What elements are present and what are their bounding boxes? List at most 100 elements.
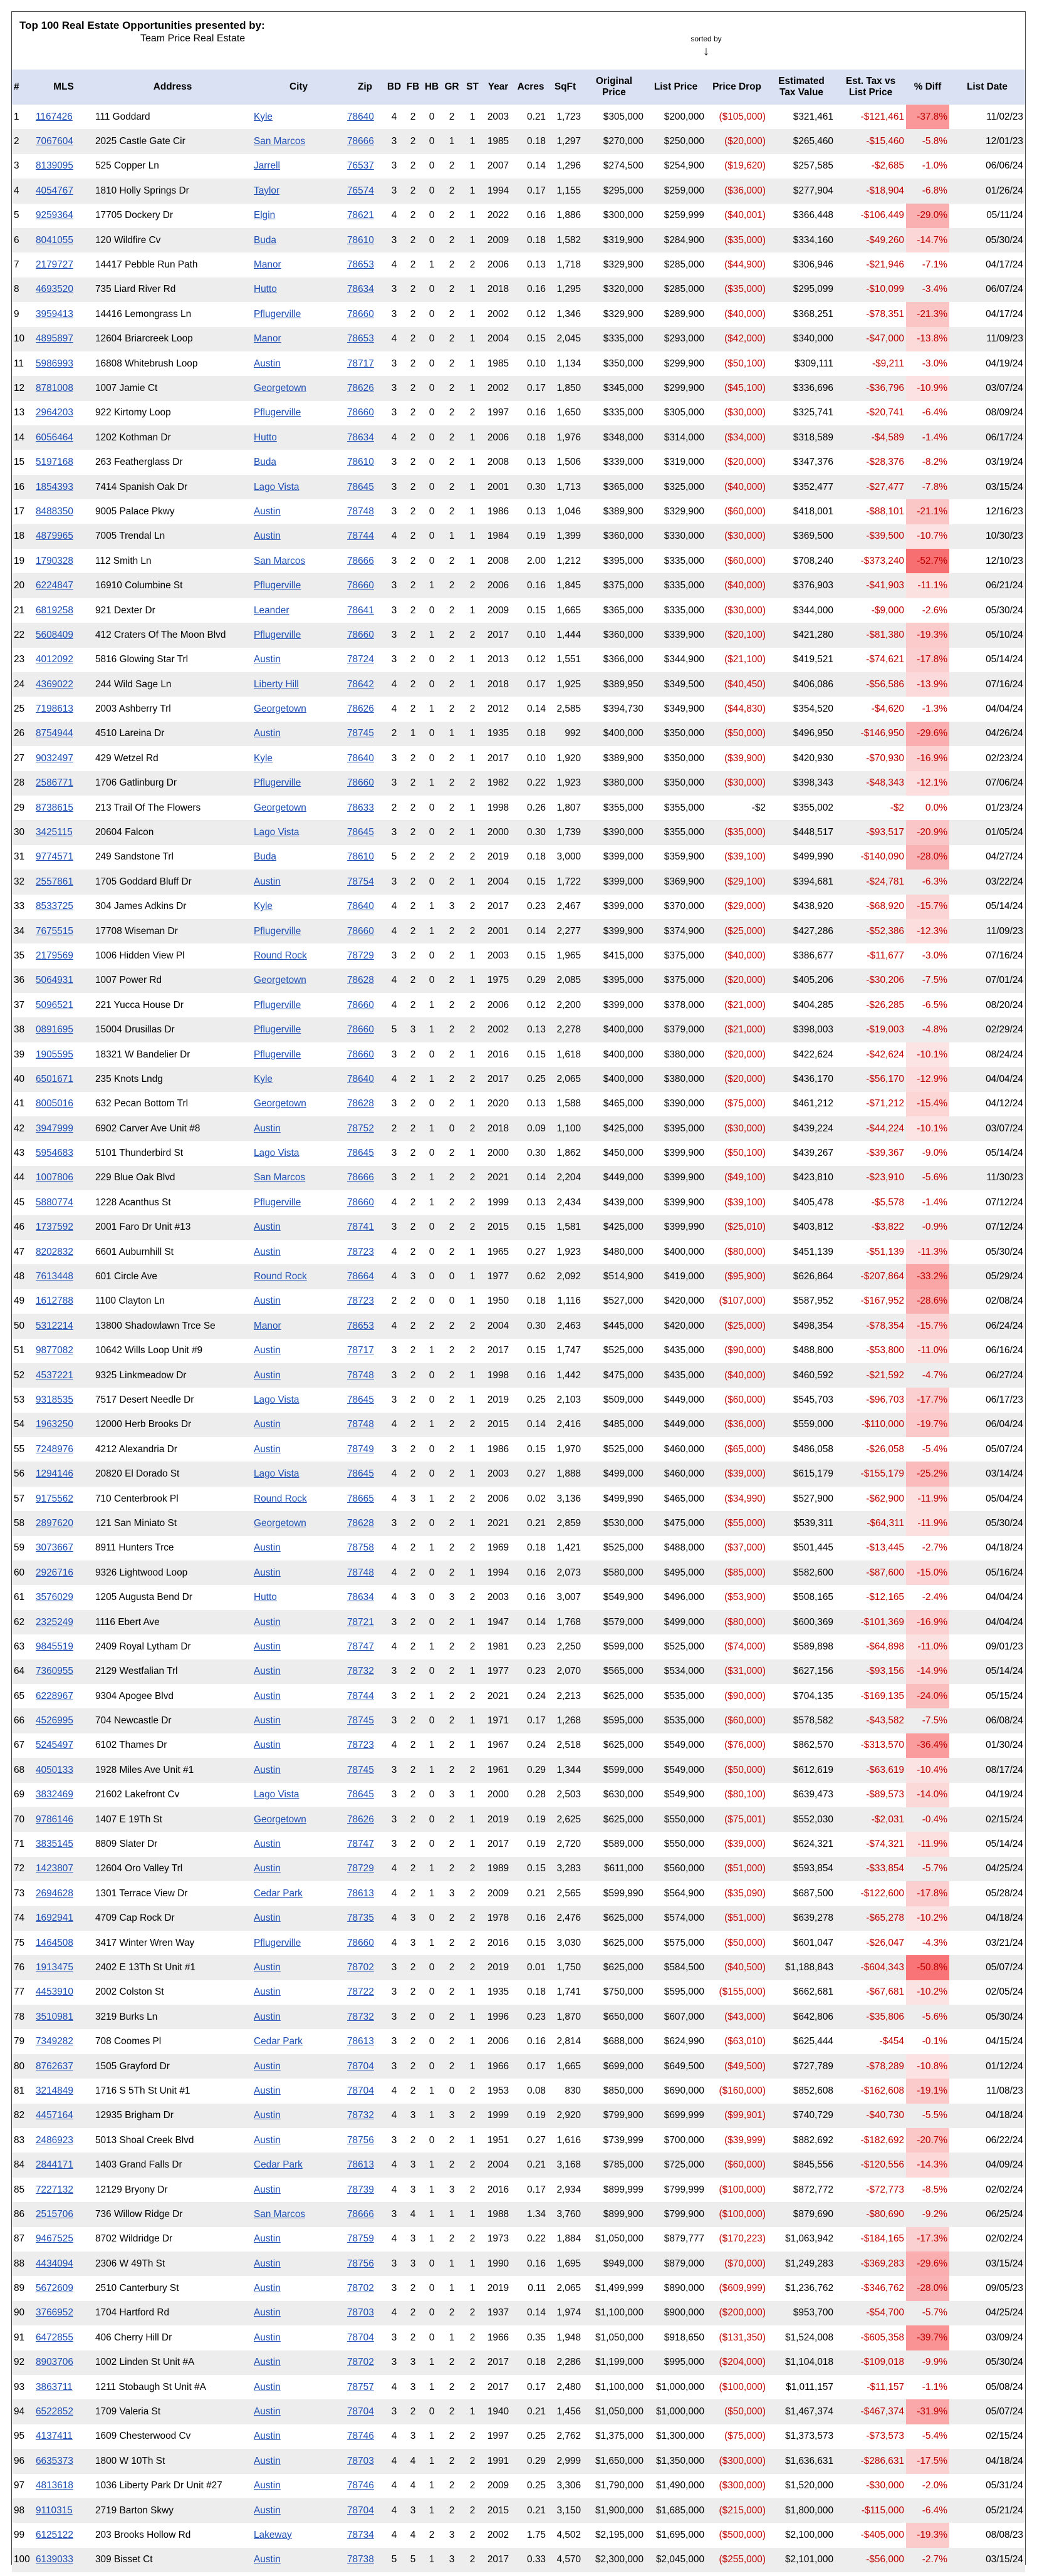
mls-link[interactable]: 5880774: [36, 1197, 73, 1208]
mls-link[interactable]: 9259364: [36, 210, 73, 221]
mls-link[interactable]: 9032497: [36, 753, 73, 764]
mls-link[interactable]: 8781008: [36, 383, 73, 393]
mls-link[interactable]: 5064931: [36, 975, 73, 985]
mls-link[interactable]: 8041055: [36, 235, 73, 246]
zip-link[interactable]: 78660: [347, 1024, 374, 1035]
city-link[interactable]: Hutto: [254, 432, 277, 443]
mls-link[interactable]: 6139033: [36, 2554, 73, 2565]
city-link[interactable]: Georgetown: [254, 975, 306, 985]
city-link[interactable]: San Marcos: [254, 556, 305, 566]
mls-link[interactable]: 4813618: [36, 2480, 73, 2491]
zip-link[interactable]: 78660: [347, 1938, 374, 1948]
mls-link[interactable]: 2897620: [36, 1518, 73, 1529]
zip-link[interactable]: 78723: [347, 1296, 374, 1306]
mls-link[interactable]: 7198613: [36, 704, 73, 714]
city-link[interactable]: Lago Vista: [254, 1148, 299, 1158]
zip-link[interactable]: 78640: [347, 901, 374, 911]
zip-link[interactable]: 78628: [347, 975, 374, 985]
zip-link[interactable]: 78722: [347, 1987, 374, 1997]
zip-link[interactable]: 78738: [347, 2554, 374, 2565]
city-link[interactable]: Austin: [254, 1444, 281, 1455]
city-link[interactable]: Austin: [254, 506, 281, 517]
mls-link[interactable]: 6056464: [36, 432, 73, 443]
zip-link[interactable]: 78734: [347, 2530, 374, 2540]
zip-link[interactable]: 78702: [347, 1962, 374, 1973]
zip-link[interactable]: 78721: [347, 1617, 374, 1628]
mls-link[interactable]: 9845519: [36, 1641, 73, 1652]
city-link[interactable]: Austin: [254, 2061, 281, 2072]
city-link[interactable]: Georgetown: [254, 704, 306, 714]
zip-link[interactable]: 78703: [347, 2456, 374, 2466]
zip-link[interactable]: 78702: [347, 2283, 374, 2293]
zip-link[interactable]: 78660: [347, 309, 374, 319]
city-link[interactable]: Austin: [254, 1962, 281, 1973]
mls-link[interactable]: 0891695: [36, 1024, 73, 1035]
zip-link[interactable]: 76574: [347, 185, 374, 196]
zip-link[interactable]: 78634: [347, 432, 374, 443]
mls-link[interactable]: 7248976: [36, 1444, 73, 1455]
mls-link[interactable]: 3835145: [36, 1839, 73, 1849]
city-link[interactable]: Kyle: [254, 112, 273, 122]
zip-link[interactable]: 78749: [347, 1444, 374, 1455]
city-link[interactable]: Austin: [254, 1987, 281, 1997]
zip-link[interactable]: 78613: [347, 1888, 374, 1899]
zip-link[interactable]: 78621: [347, 210, 374, 221]
zip-link[interactable]: 78717: [347, 1345, 374, 1356]
mls-link[interactable]: 8533725: [36, 901, 73, 911]
zip-link[interactable]: 78745: [347, 1715, 374, 1726]
city-link[interactable]: Pflugerville: [254, 309, 301, 319]
zip-link[interactable]: 78634: [347, 284, 374, 294]
city-link[interactable]: Austin: [254, 531, 281, 541]
mls-link[interactable]: 2557861: [36, 876, 73, 887]
mls-link[interactable]: 7613448: [36, 1271, 73, 1282]
zip-link[interactable]: 78744: [347, 531, 374, 541]
zip-link[interactable]: 78748: [347, 1567, 374, 1578]
zip-link[interactable]: 78666: [347, 1172, 374, 1183]
mls-link[interactable]: 9774571: [36, 851, 73, 862]
city-link[interactable]: Manor: [254, 259, 281, 270]
city-link[interactable]: Austin: [254, 1863, 281, 1874]
zip-link[interactable]: 78756: [347, 2258, 374, 2269]
city-link[interactable]: Pflugerville: [254, 1024, 301, 1035]
mls-link[interactable]: 1790328: [36, 556, 73, 566]
mls-link[interactable]: 3947999: [36, 1123, 73, 1134]
zip-link[interactable]: 78704: [347, 2332, 374, 2343]
mls-link[interactable]: 1854393: [36, 482, 73, 492]
mls-link[interactable]: 4453910: [36, 1987, 73, 1997]
mls-link[interactable]: 2486923: [36, 2135, 73, 2146]
city-link[interactable]: Austin: [254, 1715, 281, 1726]
zip-link[interactable]: 78645: [347, 1394, 374, 1405]
mls-link[interactable]: 4895897: [36, 333, 73, 344]
zip-link[interactable]: 78732: [347, 2110, 374, 2121]
city-link[interactable]: San Marcos: [254, 1172, 305, 1183]
zip-link[interactable]: 78610: [347, 457, 374, 467]
mls-link[interactable]: 1612788: [36, 1296, 73, 1306]
zip-link[interactable]: 78729: [347, 950, 374, 961]
city-link[interactable]: Austin: [254, 1123, 281, 1134]
city-link[interactable]: Pflugerville: [254, 1000, 301, 1010]
city-link[interactable]: Lago Vista: [254, 1789, 299, 1800]
city-link[interactable]: Austin: [254, 2012, 281, 2022]
city-link[interactable]: Buda: [254, 457, 276, 467]
mls-link[interactable]: 4879965: [36, 531, 73, 541]
zip-link[interactable]: 78641: [347, 605, 374, 616]
mls-link[interactable]: 6522852: [36, 2406, 73, 2417]
zip-link[interactable]: 78666: [347, 2209, 374, 2220]
zip-link[interactable]: 78746: [347, 2431, 374, 2441]
zip-link[interactable]: 78610: [347, 235, 374, 246]
city-link[interactable]: Hutto: [254, 284, 277, 294]
city-link[interactable]: Austin: [254, 1419, 281, 1430]
mls-link[interactable]: 6224847: [36, 580, 73, 591]
zip-link[interactable]: 78633: [347, 802, 374, 813]
city-link[interactable]: Round Rock: [254, 1271, 307, 1282]
city-link[interactable]: Austin: [254, 2085, 281, 2096]
mls-link[interactable]: 7675515: [36, 926, 73, 937]
city-link[interactable]: Taylor: [254, 185, 279, 196]
zip-link[interactable]: 78757: [347, 2382, 374, 2392]
zip-link[interactable]: 78729: [347, 1863, 374, 1874]
mls-link[interactable]: 4457164: [36, 2110, 73, 2121]
mls-link[interactable]: 3863711: [36, 2382, 73, 2392]
city-link[interactable]: Elgin: [254, 210, 275, 221]
mls-link[interactable]: 1464508: [36, 1938, 73, 1948]
mls-link[interactable]: 3073667: [36, 1542, 73, 1553]
